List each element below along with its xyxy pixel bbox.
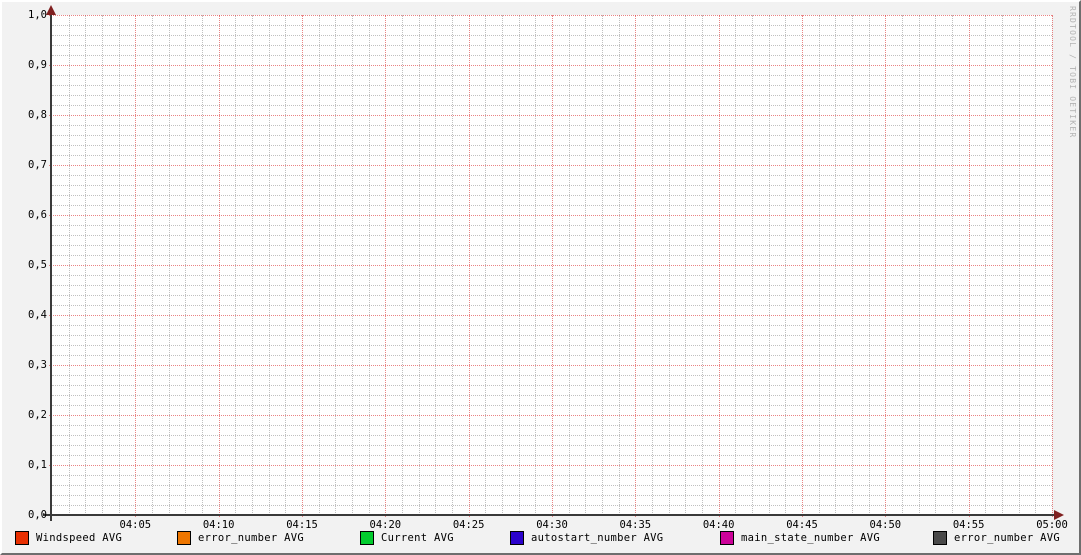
y-axis-tick-label: 0,6 bbox=[28, 208, 47, 221]
legend-item: error_number AVG bbox=[177, 530, 304, 545]
legend-color-swatch bbox=[177, 530, 191, 545]
y-axis-tick-label: 0,4 bbox=[28, 308, 47, 321]
legend-item: main_state_number AVG bbox=[720, 530, 880, 545]
y-axis-arrow-icon bbox=[46, 5, 56, 15]
legend-label: Current AVG bbox=[381, 531, 454, 544]
watermark: RRDTOOL / TOBI OETIKER bbox=[1068, 6, 1077, 139]
legend-item: Current AVG bbox=[360, 530, 454, 545]
legend-label: autostart_number AVG bbox=[531, 531, 664, 544]
rrdtool-graph: 1,0 0,9 0,8 0,7 0,6 0,5 0,4 0,3 0,2 0,1 0,0 04:05 0… bbox=[0, 0, 1081, 555]
legend-label: main_state_number AVG bbox=[741, 531, 881, 544]
y-axis-tick-label: 0,5 bbox=[28, 258, 47, 271]
legend-item: autostart_number AVG bbox=[510, 530, 663, 545]
y-axis-tick-label: 0,3 bbox=[28, 358, 47, 371]
y-axis-tick-label: 0,0 bbox=[28, 508, 47, 521]
legend-item: error_number AVG bbox=[933, 530, 1060, 545]
legend-item: Windspeed AVG bbox=[15, 530, 122, 545]
y-axis-tick-label: 0,8 bbox=[28, 108, 47, 121]
y-axis-tick-label: 0,7 bbox=[28, 158, 47, 171]
grid-line-major-v bbox=[1052, 15, 1053, 517]
legend-color-swatch bbox=[510, 530, 524, 545]
legend-label: error_number AVG bbox=[198, 531, 304, 544]
legend-color-swatch bbox=[933, 530, 947, 545]
legend-color-swatch bbox=[720, 530, 734, 545]
legend-label: error_number AVG bbox=[954, 531, 1060, 544]
x-axis-line bbox=[43, 514, 1056, 516]
plot-area bbox=[52, 15, 1052, 515]
y-axis-tick-label: 1,0 bbox=[28, 8, 47, 21]
y-axis-tick-label: 0,9 bbox=[28, 58, 47, 71]
legend-color-swatch bbox=[15, 530, 29, 545]
y-axis-tick-label: 0,1 bbox=[28, 458, 47, 471]
legend-color-swatch bbox=[360, 530, 374, 545]
legend-label: Windspeed AVG bbox=[36, 531, 123, 544]
y-axis-line bbox=[50, 9, 52, 521]
y-axis-tick-label: 0,2 bbox=[28, 408, 47, 421]
